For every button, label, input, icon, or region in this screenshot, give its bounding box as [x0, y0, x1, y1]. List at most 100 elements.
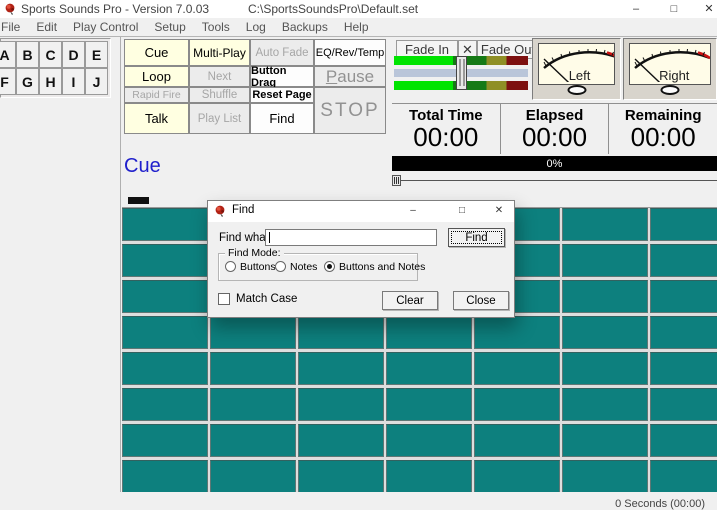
radio-buttons[interactable] — [225, 261, 236, 272]
radio-notes[interactable] — [275, 261, 286, 272]
seek-slider-thumb[interactable] — [392, 175, 401, 186]
find-button[interactable]: Find — [250, 103, 314, 134]
match-case-checkbox[interactable] — [218, 293, 230, 305]
page-letter-i[interactable]: I — [62, 68, 85, 95]
page-letter-a[interactable]: A — [0, 41, 16, 68]
sound-cell[interactable] — [210, 424, 296, 457]
menu-file[interactable]: File — [0, 20, 28, 34]
page-letter-g[interactable]: G — [16, 68, 39, 95]
talk-button[interactable]: Talk — [124, 103, 189, 134]
sound-cell[interactable] — [474, 388, 560, 421]
menu-setup[interactable]: Setup — [146, 20, 193, 34]
volume-slider-thumb[interactable] — [456, 56, 467, 90]
sound-cell[interactable] — [122, 352, 208, 385]
sound-cell[interactable] — [386, 316, 472, 349]
clear-button[interactable]: Clear — [382, 291, 438, 310]
page-letter-j[interactable]: J — [85, 68, 108, 95]
radio-buttons-label[interactable]: Buttons — [240, 261, 276, 273]
radio-buttons-and-notes[interactable] — [324, 261, 335, 272]
page-letter-e[interactable]: E — [85, 41, 108, 68]
page-letter-h[interactable]: H — [39, 68, 62, 95]
sound-cell[interactable] — [298, 388, 384, 421]
stop-button[interactable]: STOP — [314, 87, 386, 134]
sound-cell[interactable] — [474, 316, 560, 349]
page-letter-c[interactable]: C — [39, 41, 62, 68]
sound-cell[interactable] — [386, 388, 472, 421]
sound-cell[interactable] — [210, 316, 296, 349]
sound-cell[interactable] — [298, 424, 384, 457]
sound-cell[interactable] — [386, 352, 472, 385]
find-what-input[interactable] — [265, 229, 437, 246]
sound-cell[interactable] — [122, 208, 208, 241]
auto-fade-button[interactable]: Auto Fade — [250, 39, 314, 66]
sound-cell[interactable] — [562, 244, 648, 277]
sound-cell[interactable] — [298, 316, 384, 349]
sound-cell[interactable] — [210, 352, 296, 385]
multi-play-button[interactable]: Multi-Play — [189, 39, 250, 66]
close-button[interactable]: Close — [453, 291, 509, 310]
sound-cell[interactable] — [650, 388, 717, 421]
pause-button[interactable]: Pause — [314, 66, 386, 87]
sound-cell[interactable] — [386, 460, 472, 493]
loop-button[interactable]: Loop — [124, 66, 189, 87]
elapsed-value: 00:00 — [501, 124, 609, 150]
sound-cell[interactable] — [210, 388, 296, 421]
sound-cell[interactable] — [474, 352, 560, 385]
sound-cell[interactable] — [650, 280, 717, 313]
find-close-icon[interactable]: ✕ — [482, 201, 516, 221]
sound-cell[interactable] — [122, 244, 208, 277]
minimize-icon[interactable]: – — [620, 0, 652, 18]
sound-cell[interactable] — [386, 424, 472, 457]
find-maximize-icon[interactable]: □ — [445, 201, 479, 221]
find-submit-button[interactable]: Find — [448, 228, 505, 247]
menu-tools[interactable]: Tools — [194, 20, 238, 34]
menu-backups[interactable]: Backups — [274, 20, 336, 34]
sound-cell[interactable] — [210, 460, 296, 493]
cue-button[interactable]: Cue — [124, 39, 189, 66]
eq-rev-temp-button[interactable]: EQ/Rev/Temp — [314, 39, 386, 66]
shuffle-button[interactable]: Shuffle — [189, 87, 250, 103]
sound-cell[interactable] — [562, 208, 648, 241]
button-drag-button[interactable]: Button Drag — [250, 66, 314, 87]
sound-cell[interactable] — [650, 424, 717, 457]
sound-cell[interactable] — [562, 424, 648, 457]
radio-notes-label[interactable]: Notes — [290, 261, 317, 273]
menu-edit[interactable]: Edit — [28, 20, 65, 34]
sound-cell[interactable] — [650, 244, 717, 277]
sound-cell[interactable] — [562, 460, 648, 493]
rapid-fire-button[interactable]: Rapid Fire — [124, 87, 189, 103]
sound-cell[interactable] — [650, 460, 717, 493]
volume-slider[interactable] — [394, 56, 528, 90]
sound-cell[interactable] — [122, 280, 208, 313]
sound-cell[interactable] — [474, 460, 560, 493]
sound-cell[interactable] — [122, 388, 208, 421]
sound-cell[interactable] — [650, 208, 717, 241]
page-letter-b[interactable]: B — [16, 41, 39, 68]
sound-cell[interactable] — [562, 316, 648, 349]
sound-cell[interactable] — [650, 352, 717, 385]
sound-cell[interactable] — [562, 388, 648, 421]
menu-log[interactable]: Log — [238, 20, 274, 34]
seek-slider[interactable] — [392, 175, 717, 186]
reset-page-button[interactable]: Reset Page — [250, 87, 314, 103]
sound-cell[interactable] — [562, 280, 648, 313]
sound-cell[interactable] — [562, 352, 648, 385]
sound-cell[interactable] — [650, 316, 717, 349]
menu-help[interactable]: Help — [336, 20, 377, 34]
play-list-button[interactable]: Play List — [189, 103, 250, 134]
sound-cell[interactable] — [298, 352, 384, 385]
sound-cell[interactable] — [474, 424, 560, 457]
match-case-label[interactable]: Match Case — [236, 293, 297, 305]
page-letter-f[interactable]: F — [0, 68, 16, 95]
sound-cell[interactable] — [298, 460, 384, 493]
sound-cell[interactable] — [122, 316, 208, 349]
maximize-icon[interactable]: □ — [658, 0, 690, 18]
radio-buttons-and-notes-label[interactable]: Buttons and Notes — [339, 261, 425, 273]
close-icon[interactable]: ✕ — [693, 0, 717, 18]
menu-play-control[interactable]: Play Control — [65, 20, 146, 34]
sound-cell[interactable] — [122, 460, 208, 493]
page-letter-d[interactable]: D — [62, 41, 85, 68]
sound-cell[interactable] — [122, 424, 208, 457]
next-button[interactable]: Next — [189, 66, 250, 87]
find-minimize-icon[interactable]: – — [396, 201, 430, 221]
